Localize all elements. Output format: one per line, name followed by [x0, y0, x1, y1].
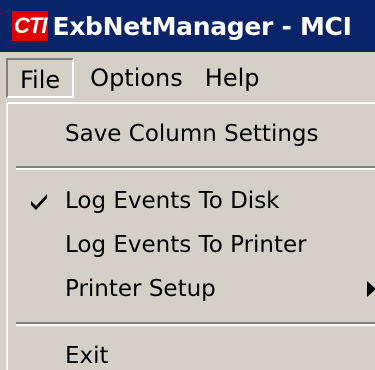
menu-options[interactable]: Options — [80, 58, 193, 98]
menu-item-exit[interactable]: Exit — [8, 332, 375, 370]
file-menu-dropdown: Save Column Settings Log Events To Disk … — [6, 102, 375, 370]
menu-item-label: Save Column Settings — [65, 121, 319, 147]
menu-item-log-events-to-disk[interactable]: Log Events To Disk — [8, 177, 375, 225]
app-window: CTI ExbNetManager - MCI File Options Hel… — [0, 0, 375, 370]
menu-item-save-column-settings[interactable]: Save Column Settings — [8, 110, 375, 158]
menu-file[interactable]: File — [6, 58, 75, 98]
title-bar[interactable]: CTI ExbNetManager - MCI — [0, 0, 375, 52]
menu-item-printer-setup[interactable]: Printer Setup — [8, 265, 375, 313]
app-logo: CTI — [12, 11, 49, 41]
window-title: ExbNetManager - MCI — [52, 11, 352, 41]
menu-item-label: Exit — [65, 343, 109, 369]
checkmark-icon — [31, 194, 47, 210]
menu-item-label: Log Events To Disk — [65, 188, 280, 214]
menu-separator — [16, 322, 375, 326]
menu-item-log-events-to-printer[interactable]: Log Events To Printer — [8, 221, 375, 269]
menu-item-label: Log Events To Printer — [65, 232, 307, 258]
menu-bar: File Options Help — [0, 52, 375, 104]
menu-separator — [16, 166, 375, 170]
menu-item-label: Printer Setup — [65, 276, 216, 302]
menu-help[interactable]: Help — [195, 58, 270, 98]
submenu-arrow-icon — [367, 281, 375, 297]
